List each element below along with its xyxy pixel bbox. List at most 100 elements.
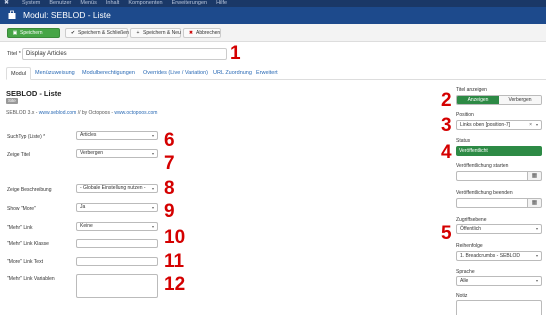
tab-menuezuweisung[interactable]: Menüzuweisung xyxy=(31,67,79,80)
cancel-button[interactable]: ✖ Abbrechen xyxy=(183,28,221,38)
zeige-titel-value: Verbergen xyxy=(80,150,104,156)
page-title: Modul: SEBLOD - Liste xyxy=(23,10,111,20)
briefcase-icon xyxy=(8,10,16,20)
top-nav-bar: ✖ System Benutzer Menüs Inhalt Komponent… xyxy=(0,0,546,7)
position-select[interactable]: Links oben [position-7] × ▾ xyxy=(456,120,542,130)
plus-icon: + xyxy=(136,30,140,36)
menu-item-hilfe[interactable]: Hilfe xyxy=(216,0,227,7)
menu-item-komponenten[interactable]: Komponenten xyxy=(128,0,162,7)
sprache-label: Sprache xyxy=(456,269,475,275)
annotation-7: 7 xyxy=(164,153,175,174)
pub-end-label: Veröffentlichung beenden xyxy=(456,190,513,196)
seblod-link[interactable]: www.seblod.com xyxy=(39,110,77,116)
zugriffsebene-label: Zugriffsebene xyxy=(456,217,487,223)
verbergen-option[interactable]: Verbergen xyxy=(499,96,541,104)
title-label: Titel * xyxy=(7,51,21,57)
mehr-link-variablen-label: "Mehr" Link Variablen xyxy=(7,276,55,282)
credits-prefix: SEBLOD 3.x - xyxy=(6,110,39,116)
annotation-11: 11 xyxy=(164,251,185,272)
chevron-down-icon: ▾ xyxy=(151,224,154,229)
chevron-down-icon: ▾ xyxy=(535,253,538,258)
status-select[interactable]: Veröffentlicht xyxy=(456,146,542,156)
tab-bar: Modul Menüzuweisung Modulberechtigungen … xyxy=(6,67,546,80)
annotation-8: 8 xyxy=(164,178,175,199)
tab-url-zuordnung[interactable]: URL Zuordnung xyxy=(209,67,256,80)
tab-modulberechtigungen[interactable]: Modulberechtigungen xyxy=(78,67,139,80)
calendar-icon[interactable]: ▦ xyxy=(528,198,542,208)
module-credits: SEBLOD 3.x - www.seblod.com // by Octopo… xyxy=(6,110,157,116)
mehr-link-klasse-label: "Mehr" Link Klasse xyxy=(7,241,49,247)
zeige-beschreibung-select[interactable]: - Globale Einstellung nutzen - ▾ xyxy=(76,184,158,193)
save-close-button[interactable]: ✔ Speichern & Schließen xyxy=(65,28,129,38)
titel-anzeigen-label: Titel anzeigen xyxy=(456,87,487,93)
notiz-label: Notiz xyxy=(456,293,468,299)
chevron-down-icon: ▾ xyxy=(535,226,538,231)
show-more-select[interactable]: Ja ▾ xyxy=(76,203,158,212)
anzeigen-option[interactable]: Anzeigen xyxy=(457,96,499,104)
sprache-value: Alle xyxy=(460,278,469,284)
octopoos-link[interactable]: www.octopoos.com xyxy=(114,110,157,116)
mehr-link-klasse-input[interactable] xyxy=(76,239,158,248)
annotation-3: 3 xyxy=(441,115,452,136)
chevron-down-icon: ▾ xyxy=(535,278,538,283)
save-label: Speichern xyxy=(20,30,43,36)
zugriffsebene-select[interactable]: Öffentlich ▾ xyxy=(456,224,542,234)
mehr-link-variablen-textarea[interactable] xyxy=(76,274,158,298)
menu-item-erweiterungen[interactable]: Erweiterungen xyxy=(172,0,207,7)
chevron-down-icon: ▾ xyxy=(151,133,154,138)
menu-item-menues[interactable]: Menüs xyxy=(80,0,97,7)
annotation-4: 4 xyxy=(441,142,452,163)
save-close-label: Speichern & Schließen xyxy=(78,30,129,36)
mehr-link-value: Keine xyxy=(80,223,93,229)
annotation-10: 10 xyxy=(164,227,186,248)
tab-modul[interactable]: Modul xyxy=(6,67,31,80)
pub-start-input[interactable] xyxy=(456,171,528,181)
suchtyp-select[interactable]: Articles ▾ xyxy=(76,131,158,140)
annotation-6: 6 xyxy=(164,130,175,151)
suchtyp-value: Articles xyxy=(80,132,97,138)
reihenfolge-select[interactable]: 1. Breadcrumbs - SEBLOD ▾ xyxy=(456,251,542,261)
more-link-text-input[interactable] xyxy=(76,257,158,266)
annotation-2: 2 xyxy=(441,90,452,111)
chevron-down-icon: ▾ xyxy=(151,151,154,156)
joomla-logo-icon[interactable]: ✖ xyxy=(4,0,9,7)
more-link-text-label: "More" Link Text xyxy=(7,259,43,265)
save-button[interactable]: ▣ Speichern xyxy=(7,28,60,38)
save-icon: ▣ xyxy=(12,30,18,36)
calendar-icon[interactable]: ▦ xyxy=(528,171,542,181)
module-heading: SEBLOD - Liste xyxy=(6,89,62,98)
reihenfolge-label: Reihenfolge xyxy=(456,243,483,249)
sprache-select[interactable]: Alle ▾ xyxy=(456,276,542,286)
show-more-value: Ja xyxy=(80,204,86,210)
zeige-titel-label: Zeige Titel xyxy=(7,152,31,158)
menu-item-system[interactable]: System xyxy=(22,0,40,7)
notiz-input[interactable] xyxy=(456,300,542,315)
annotation-12: 12 xyxy=(164,274,186,295)
pub-start-label: Veröffentlichung starten xyxy=(456,163,509,169)
credits-mid: // by Octopoos - xyxy=(76,110,115,116)
mehr-link-label: "Mehr" Link xyxy=(7,225,33,231)
suchtyp-label: SuchTyp (Liste) * xyxy=(7,134,46,140)
menu-item-inhalt[interactable]: Inhalt xyxy=(106,0,119,7)
tab-overrides[interactable]: Overrides (Live / Variation) xyxy=(139,67,212,80)
tab-erweitert[interactable]: Erweitert xyxy=(252,67,282,80)
zeige-titel-select[interactable]: Verbergen ▾ xyxy=(76,149,158,158)
reihenfolge-value: 1. Breadcrumbs - SEBLOD xyxy=(460,253,521,259)
menu-item-benutzer[interactable]: Benutzer xyxy=(49,0,71,7)
annotation-1: 1 xyxy=(230,43,241,64)
mehr-link-select[interactable]: Keine ▾ xyxy=(76,222,158,231)
status-label: Status xyxy=(456,138,471,144)
pub-end-input[interactable] xyxy=(456,198,528,208)
titel-anzeigen-toggle: Anzeigen Verbergen xyxy=(456,95,542,105)
save-new-button[interactable]: + Speichern & Neu xyxy=(130,28,181,38)
save-new-label: Speichern & Neu xyxy=(143,30,181,36)
position-value: Links oben [position-7] xyxy=(460,122,511,128)
top-menu: System Benutzer Menüs Inhalt Komponenten… xyxy=(22,0,227,7)
title-input[interactable]: Display Articles xyxy=(22,48,227,60)
annotation-9: 9 xyxy=(164,201,175,222)
chevron-down-icon: ▾ xyxy=(151,186,154,191)
clear-icon[interactable]: × xyxy=(529,121,532,129)
title-bar: Modul: SEBLOD - Liste xyxy=(0,7,546,24)
close-icon: ✖ xyxy=(188,30,194,36)
cancel-label: Abbrechen xyxy=(196,30,221,36)
